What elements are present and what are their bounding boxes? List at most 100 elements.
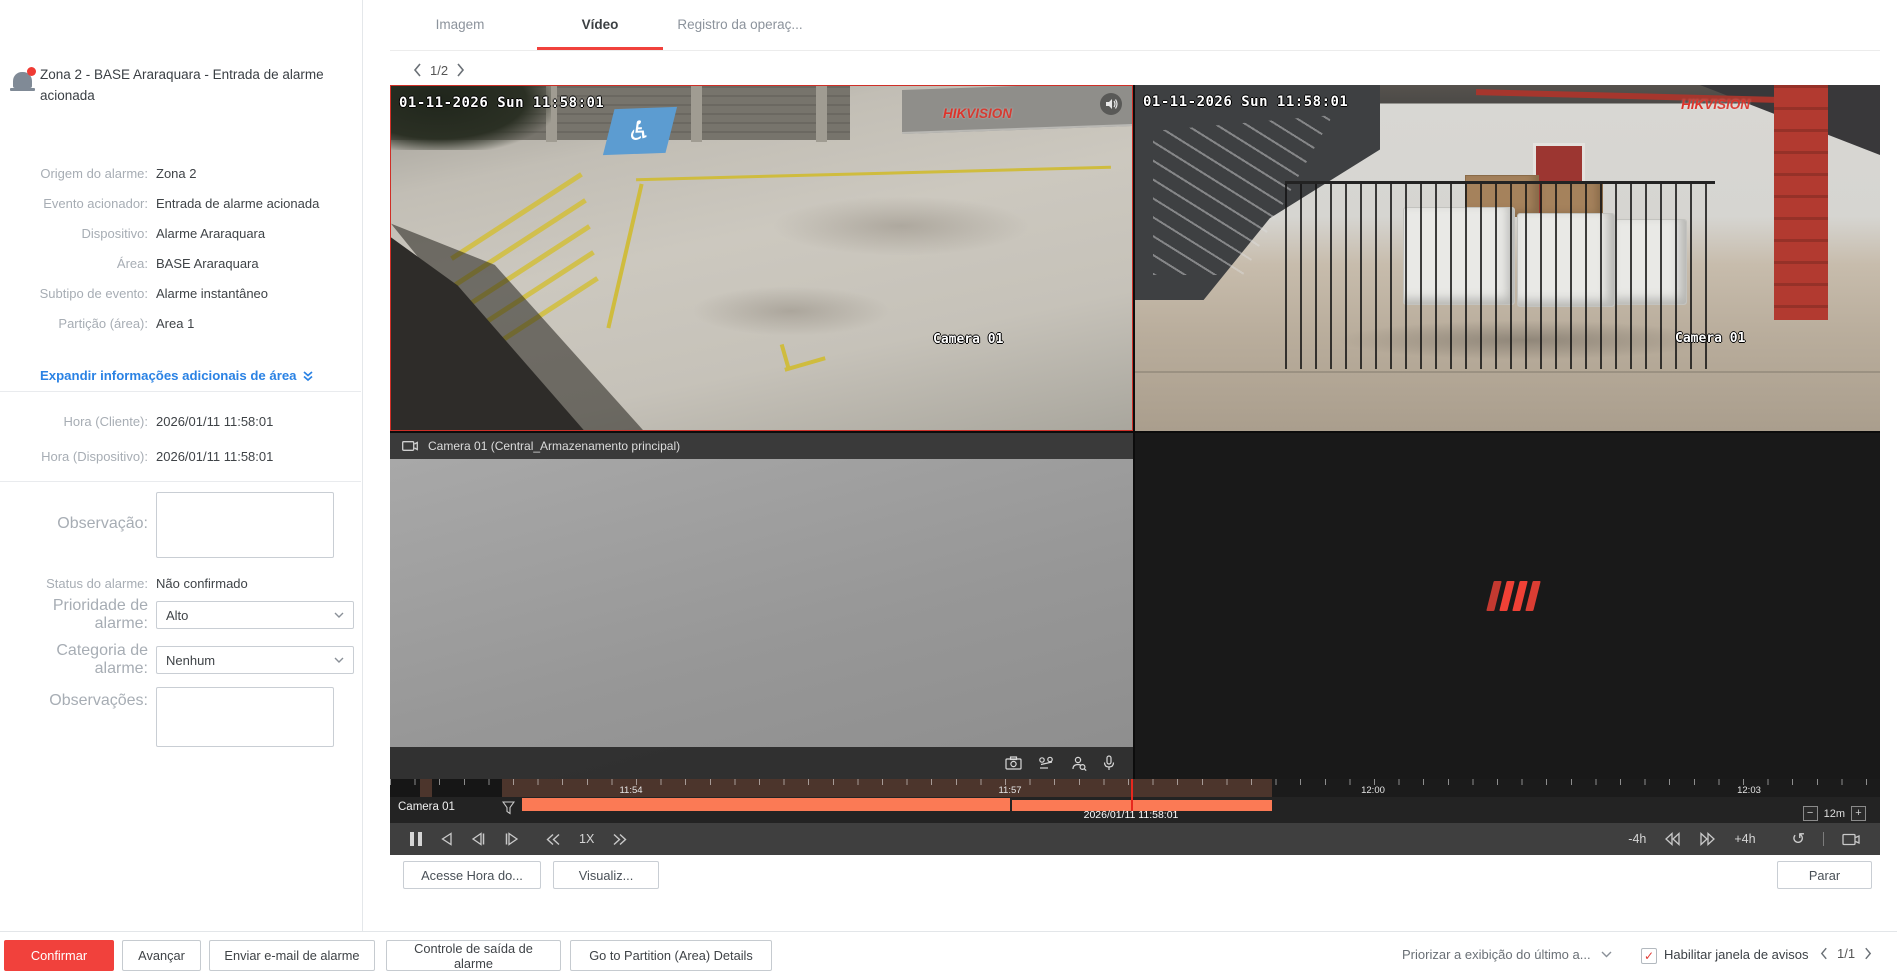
forward-button[interactable]: Avançar — [122, 940, 201, 971]
field-row: Partição (área):Area 1 — [0, 308, 362, 338]
video-window-2[interactable]: 01-11-2026 Sun 11:58:01 HIKVISION Camera… — [1135, 85, 1880, 431]
hikvision-logo: HIKVISION — [943, 106, 1012, 121]
time-fields: Hora (Cliente):2026/01/11 11:58:01 Hora … — [0, 404, 362, 474]
alarm-page-indicator: 1/1 — [1837, 946, 1855, 961]
field-row: Dispositivo:Alarme Araraquara — [0, 218, 362, 248]
timeline-channel-name: Camera 01 — [398, 801, 455, 813]
next-page-icon[interactable] — [456, 63, 465, 77]
frame-back-icon[interactable] — [471, 832, 486, 846]
confirm-button[interactable]: Confirmar — [4, 940, 114, 971]
speaker-icon[interactable] — [1100, 93, 1122, 115]
osd-timestamp: 01-11-2026 Sun 11:58:01 — [399, 95, 604, 111]
mic-icon[interactable] — [1103, 755, 1115, 771]
goto-partition-details-button[interactable]: Go to Partition (Area) Details — [570, 940, 772, 971]
field-row: Evento acionador:Entrada de alarme acion… — [0, 188, 362, 218]
alarm-fields: Origem do alarme:Zona 2 Evento acionador… — [0, 158, 362, 338]
timeline-ticks — [390, 779, 1880, 785]
alarm-info-sidebar: Zona 2 - BASE Araraquara - Entrada de al… — [0, 0, 363, 931]
priority-select[interactable]: Alto — [156, 601, 354, 629]
remarks-row: Observações: — [0, 687, 362, 747]
alarm-output-control-button[interactable]: Controle de saída de alarme — [386, 940, 561, 971]
camera-view-icon[interactable] — [1842, 833, 1860, 846]
category-row: Categoria de alarme: Nenhum — [0, 642, 362, 678]
playback-header: Camera 01 (Central_Armazenamento princip… — [390, 433, 1133, 459]
clip-icon[interactable] — [1038, 756, 1055, 770]
recording-segment — [522, 798, 1010, 811]
back-4h-button[interactable]: -4h — [1628, 832, 1646, 846]
video-window-3-playback[interactable]: Camera 01 (Central_Armazenamento princip… — [390, 433, 1133, 779]
scene-detail — [1774, 85, 1828, 320]
alarm-status-row: Status do alarme: Não confirmado — [0, 568, 362, 598]
playback-timeline[interactable]: 11:54 11:57 12:00 12:03 Camera 01 2026/0… — [390, 779, 1880, 823]
divider — [0, 481, 361, 482]
field-row: Subtipo de evento:Alarme instantâneo — [0, 278, 362, 308]
alarm-icon — [13, 72, 32, 88]
tab-registro-operacao[interactable]: Registro da operaç... — [670, 0, 810, 50]
field-row: Área:BASE Araraquara — [0, 248, 362, 278]
prev-alarm-icon[interactable] — [1820, 947, 1828, 960]
tick-label: 12:00 — [1361, 785, 1385, 796]
person-search-icon[interactable] — [1071, 756, 1087, 771]
playback-speed[interactable]: 1X — [579, 832, 594, 846]
scene-detail — [1135, 371, 1880, 373]
detail-tabs: Imagem Vídeo Registro da operaç... — [390, 0, 1880, 51]
priority-row: Prioridade de alarme: Alto — [0, 597, 362, 633]
scene-detail — [780, 344, 790, 368]
goto-time-button[interactable]: Acesse Hora do... — [403, 861, 541, 889]
chevron-down-icon — [334, 657, 344, 663]
video-window-4[interactable] — [1135, 433, 1880, 779]
scene-detail — [606, 183, 643, 328]
scene-detail — [691, 286, 891, 336]
tab-video[interactable]: Vídeo — [530, 0, 670, 50]
replay-loop-icon[interactable]: ↺ — [1792, 831, 1805, 847]
playback-toolbar — [390, 747, 1133, 779]
tick-label: 11:57 — [998, 785, 1021, 796]
snapshot-icon[interactable] — [1005, 756, 1022, 770]
send-alarm-email-button[interactable]: Enviar e-mail de alarme — [209, 940, 375, 971]
jump-forward-icon[interactable] — [1699, 832, 1716, 846]
alarm-title: Zona 2 - BASE Araraquara - Entrada de al… — [40, 65, 340, 107]
stop-button[interactable]: Parar — [1777, 861, 1872, 889]
tick-label: 11:54 — [619, 785, 642, 796]
enable-popup-checkbox[interactable]: ✓ — [1641, 948, 1657, 964]
jump-back-icon[interactable] — [1664, 832, 1681, 846]
field-row: Origem do alarme:Zona 2 — [0, 158, 362, 188]
timeline-playhead[interactable] — [1131, 779, 1133, 811]
page-indicator: 1/2 — [430, 63, 448, 78]
scene-detail — [771, 196, 1031, 256]
camera-scene-warehouse — [1135, 85, 1880, 431]
timeline-zoom-level: 12m — [1824, 808, 1845, 820]
footer-action-bar: Confirmar Avançar Enviar e-mail de alarm… — [0, 931, 1897, 978]
pause-icon[interactable] — [410, 832, 422, 846]
timeline-zoom-out-icon[interactable]: − — [1803, 806, 1818, 821]
scene-detail — [816, 86, 827, 142]
preview-button[interactable]: Visualiz... — [553, 861, 659, 889]
loading-indicator — [1486, 581, 1540, 611]
osd-camera-name: Camera 01 — [933, 332, 1003, 347]
field-row: Hora (Cliente):2026/01/11 11:58:01 — [0, 404, 362, 439]
remarks-input[interactable] — [156, 687, 334, 747]
expand-area-info-link[interactable]: Expandir informações adicionais de área — [40, 368, 314, 383]
divider — [0, 391, 361, 392]
double-chevron-down-icon — [302, 370, 314, 382]
forward-4h-button[interactable]: +4h — [1734, 832, 1755, 846]
frame-forward-icon[interactable] — [504, 832, 519, 846]
camera-scene-parking: ♿ — [391, 86, 1132, 430]
tab-imagem[interactable]: Imagem — [390, 0, 530, 50]
speed-down-icon[interactable] — [545, 833, 561, 846]
observation-input[interactable] — [156, 492, 334, 558]
alarm-pager: 1/1 — [1820, 946, 1872, 961]
divider — [1823, 832, 1824, 846]
alarm-detail-window: Zona 2 - BASE Araraquara - Entrada de al… — [0, 0, 1897, 978]
filter-icon[interactable] — [502, 801, 515, 815]
next-alarm-icon[interactable] — [1864, 947, 1872, 960]
display-priority-dropdown[interactable]: Priorizar a exibição do último a... — [1402, 947, 1612, 962]
play-reverse-icon[interactable] — [440, 832, 453, 846]
timeline-zoom-in-icon[interactable]: + — [1851, 806, 1866, 821]
scene-detail — [902, 85, 1132, 134]
prev-page-icon[interactable] — [413, 63, 422, 77]
category-select[interactable]: Nenhum — [156, 646, 354, 674]
video-window-1[interactable]: ♿ 01-11-2026 Sun 11:58:01 HIKVISION Came… — [390, 85, 1133, 431]
handicap-marking: ♿ — [603, 107, 677, 155]
speed-up-icon[interactable] — [612, 833, 628, 846]
